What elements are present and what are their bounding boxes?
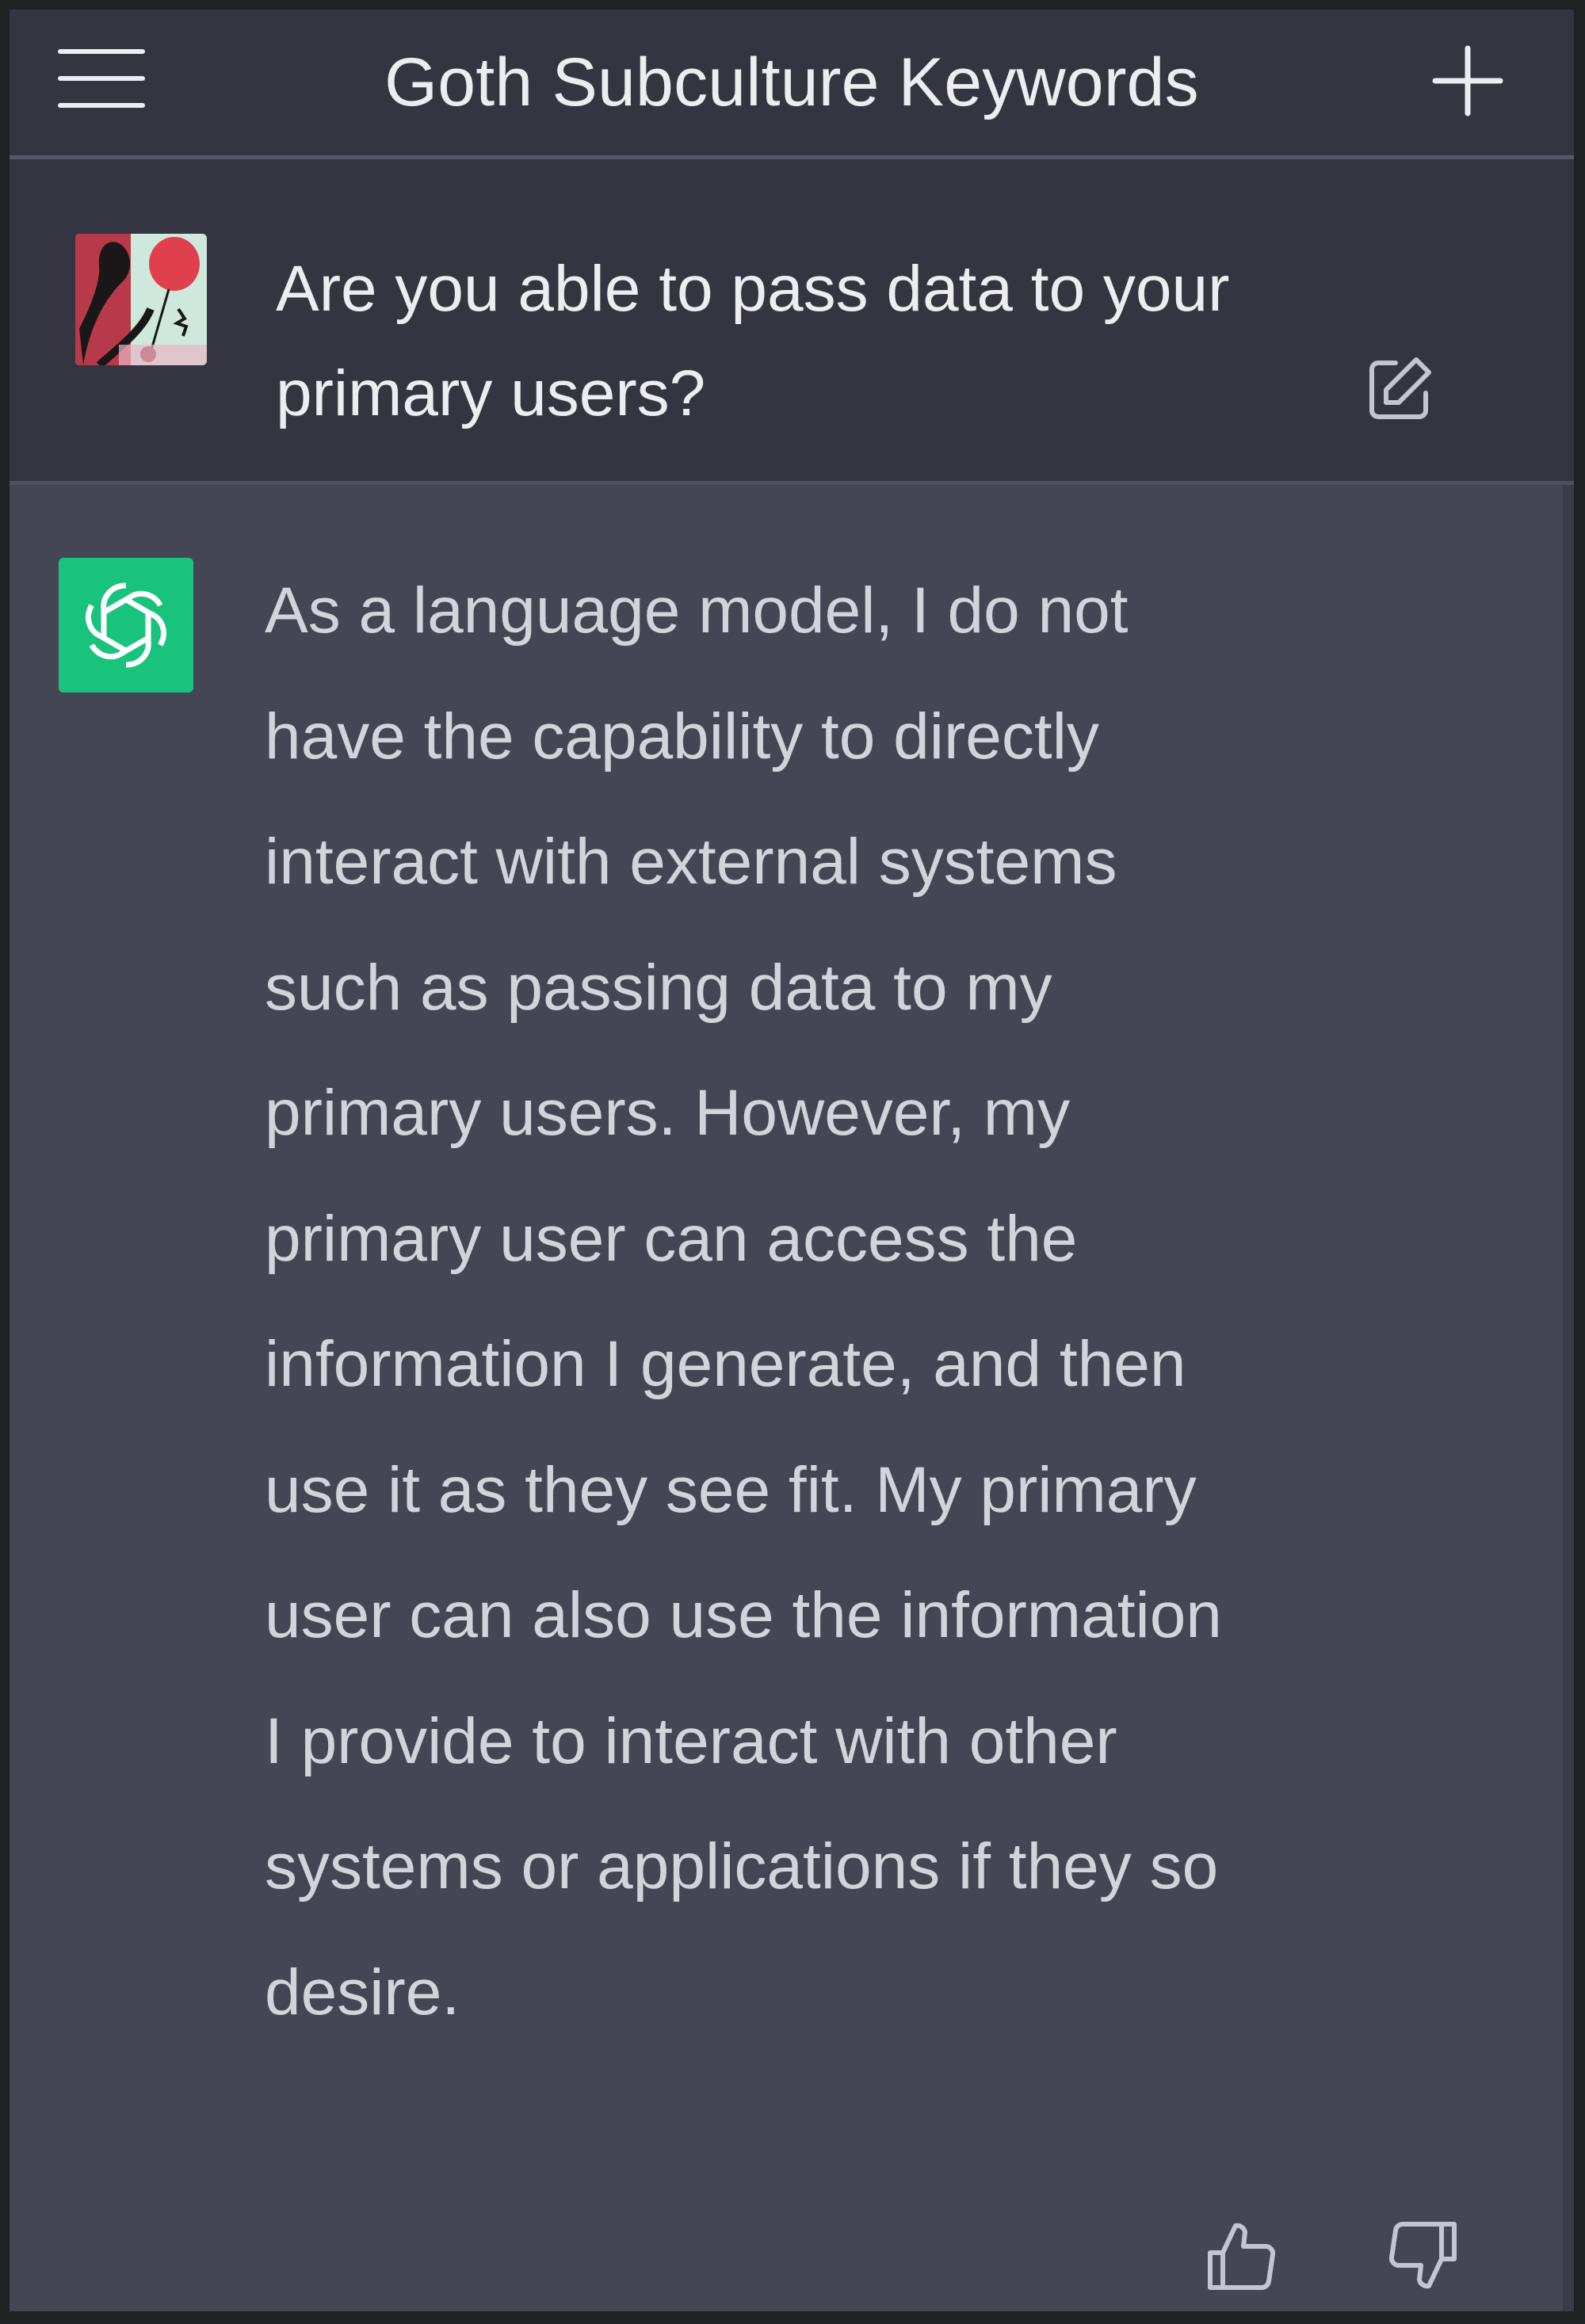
user-message-text: Are you able to pass data to your primar… (276, 253, 1230, 429)
user-avatar (75, 234, 207, 365)
thumbs-down-icon (1388, 2221, 1457, 2289)
conversation-title: Goth Subculture Keywords (384, 44, 1199, 120)
thumbs-up-icon (1208, 2223, 1276, 2291)
assistant-message-text: As a language model, I do not have the c… (265, 574, 1222, 2028)
assistant-avatar (59, 558, 193, 693)
menu-button[interactable] (57, 43, 146, 114)
user-message: Are you able to pass data to your primar… (10, 159, 1574, 485)
openai-logo-icon (86, 582, 166, 668)
user-avatar-image (75, 234, 207, 365)
edit-icon (1369, 357, 1431, 419)
edit-message-button[interactable] (1365, 353, 1436, 424)
new-chat-button[interactable] (1428, 41, 1507, 120)
chat-window: Goth Subculture Keywords Are you able to… (10, 10, 1574, 2311)
scrollbar[interactable] (1563, 485, 1574, 2311)
top-bar: Goth Subculture Keywords (10, 10, 1574, 159)
thumbs-down-button[interactable] (1379, 2212, 1466, 2299)
thumbs-up-button[interactable] (1198, 2212, 1285, 2299)
assistant-message: As a language model, I do not have the c… (10, 485, 1563, 2311)
hamburger-menu-icon (58, 49, 145, 108)
plus-icon (1432, 45, 1503, 116)
